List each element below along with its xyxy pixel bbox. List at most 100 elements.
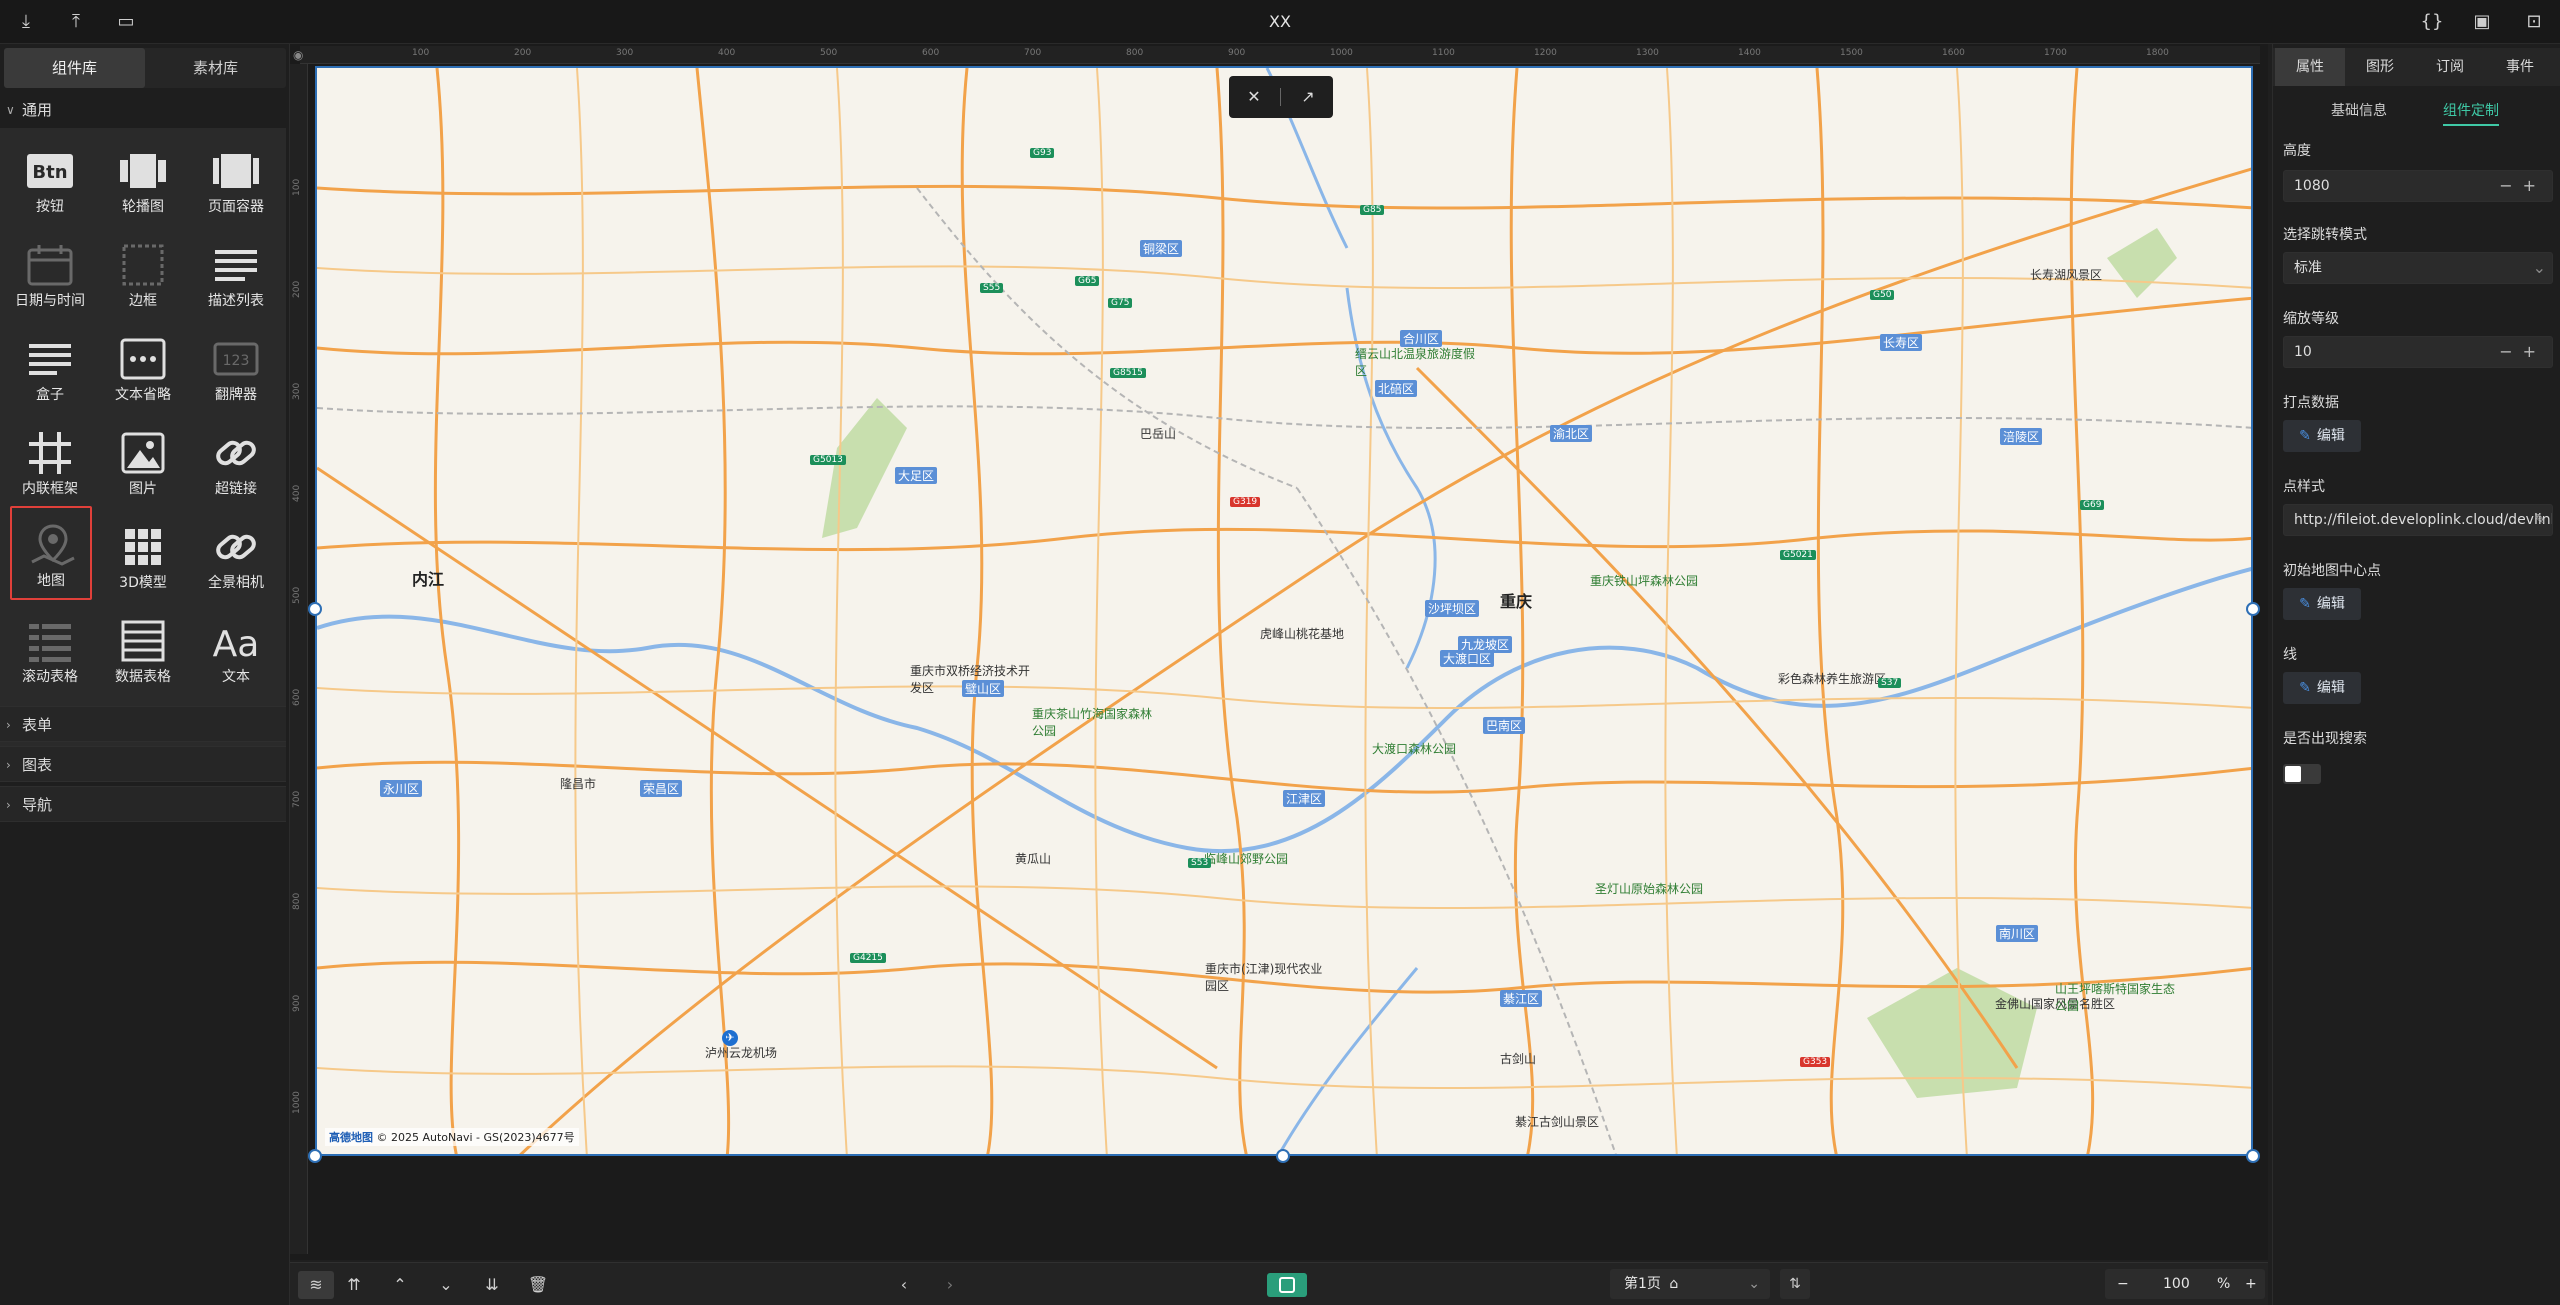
point-style-input[interactable]: http://fileiot.developlink.cloud/devlink…: [2283, 504, 2553, 536]
component-map[interactable]: 地图: [10, 506, 92, 600]
app-title: XX: [1269, 12, 1291, 31]
subtab-basic-info[interactable]: 基础信息: [2331, 96, 2387, 126]
map-place-label: 綦江古剑山景区: [1515, 1115, 1600, 1129]
height-input[interactable]: 1080 −+: [2283, 170, 2553, 202]
resize-handle-bottom-right[interactable]: [2246, 1149, 2260, 1163]
download-icon[interactable]: ⤓: [14, 10, 38, 34]
description-list-icon: [211, 242, 261, 288]
tab-component-library[interactable]: 组件库: [4, 48, 145, 88]
section-general[interactable]: ∨ 通用: [0, 92, 286, 128]
bring-to-front-icon[interactable]: ⇈: [340, 1271, 368, 1299]
resize-handle-bottom-left[interactable]: [308, 1149, 322, 1163]
ruler-left-mark: 500: [292, 586, 302, 604]
export-icon[interactable]: ⊡: [2522, 10, 2546, 34]
upload-icon[interactable]: ⤒: [64, 10, 88, 34]
map-place-label: 重庆市双桥经济技术开发区: [910, 664, 1031, 695]
svg-text:Btn: Btn: [32, 162, 67, 183]
jump-mode-select[interactable]: 标准 ⌄: [2283, 252, 2553, 284]
resize-handle-right[interactable]: [2246, 602, 2260, 616]
component-border[interactable]: 边框: [97, 228, 189, 320]
component-button[interactable]: Btn 按钮: [4, 134, 96, 226]
section-nav[interactable]: › 导航: [0, 786, 286, 822]
map-place-label: 隆昌市: [560, 777, 597, 791]
map-place-label: 虎峰山桃花基地: [1260, 627, 1345, 641]
trend-icon[interactable]: ↗: [1295, 84, 1321, 110]
carousel-icon: [118, 148, 168, 194]
component-panorama[interactable]: 全景相机: [190, 510, 282, 602]
component-box[interactable]: 盒子: [4, 322, 96, 414]
zoom-in-icon[interactable]: +: [2245, 1269, 2257, 1299]
component-scroll-table[interactable]: 滚动表格: [4, 604, 96, 696]
no-flash-icon[interactable]: ✕: [1241, 84, 1267, 110]
save-icon[interactable]: ▣: [2470, 10, 2494, 34]
ruler-top-mark: 1300: [1636, 48, 1659, 58]
panorama-link-icon: [211, 524, 261, 570]
component-label: 文本省略: [115, 387, 171, 403]
send-to-back-icon[interactable]: ⇊: [478, 1271, 506, 1299]
edit-line-button[interactable]: ✎ 编辑: [2283, 672, 2361, 704]
component-3d-model[interactable]: 3D模型: [97, 510, 189, 602]
tab-events[interactable]: 事件: [2485, 48, 2555, 86]
send-backward-icon[interactable]: ⌄: [432, 1271, 460, 1299]
map-place-label: 长寿湖风景区: [2030, 268, 2103, 282]
pencil-icon: ✎: [2299, 428, 2311, 444]
monitor-icon[interactable]: ▭: [114, 10, 138, 34]
section-chart[interactable]: › 图表: [0, 746, 286, 782]
tab-subscribe[interactable]: 订阅: [2415, 48, 2485, 86]
resize-handle-left[interactable]: [308, 602, 322, 616]
component-image[interactable]: 图片: [97, 416, 189, 508]
component-text-ellipsis[interactable]: 文本省略: [97, 322, 189, 414]
page-select[interactable]: 第1页 ⌂ ⌄: [1610, 1269, 1770, 1299]
component-datetime[interactable]: 日期与时间: [4, 228, 96, 320]
zoom-unit: %: [2217, 1276, 2231, 1292]
ruler-top-mark: 300: [616, 48, 634, 58]
resize-handle-bottom[interactable]: [1276, 1149, 1290, 1163]
component-label: 内联框架: [22, 481, 78, 497]
section-form[interactable]: › 表单: [0, 706, 286, 742]
ruler-left-mark: 600: [292, 688, 302, 706]
amap-logo: 高德地图: [329, 1131, 373, 1144]
tab-graphics[interactable]: 图形: [2345, 48, 2415, 86]
bring-forward-icon[interactable]: ⌃: [386, 1271, 414, 1299]
tab-properties[interactable]: 属性: [2275, 48, 2345, 86]
ruler-top-mark: 700: [1024, 48, 1042, 58]
show-search-toggle[interactable]: [2283, 764, 2321, 784]
property-tabs: 属性 图形 订阅 事件: [2273, 48, 2560, 86]
ruler-top-mark: 1400: [1738, 48, 1761, 58]
component-data-table[interactable]: 数据表格: [97, 604, 189, 696]
zoom-level-input[interactable]: 10 −+: [2283, 336, 2553, 368]
toggle-knob: [2285, 766, 2301, 782]
preview-icon: [1279, 1277, 1295, 1293]
subtab-component-custom[interactable]: 组件定制: [2443, 96, 2499, 126]
next-page-icon[interactable]: ›: [936, 1271, 964, 1299]
component-carousel[interactable]: 轮播图: [97, 134, 189, 226]
component-description-list[interactable]: 描述列表: [190, 228, 282, 320]
code-icon[interactable]: {}: [2420, 10, 2444, 34]
component-label: 日期与时间: [15, 293, 85, 309]
ruler-top-mark: 1700: [2044, 48, 2067, 58]
edit-center-button[interactable]: ✎ 编辑: [2283, 588, 2361, 620]
zoom-value[interactable]: 100: [2163, 1269, 2190, 1299]
component-page-container[interactable]: 页面容器: [190, 134, 282, 226]
pencil-icon[interactable]: ✎: [2534, 505, 2546, 535]
delete-icon[interactable]: 🗑: [524, 1271, 552, 1299]
ruler-top-mark: 200: [514, 48, 532, 58]
zoom-out-icon[interactable]: −: [2117, 1269, 2129, 1299]
edit-points-button[interactable]: ✎ 编辑: [2283, 420, 2361, 452]
component-hyperlink[interactable]: 超链接: [190, 416, 282, 508]
preview-button[interactable]: [1267, 1273, 1307, 1297]
component-flip-counter[interactable]: 123 翻牌器: [190, 322, 282, 414]
ruler-top-mark: 1800: [2146, 48, 2169, 58]
tab-asset-library[interactable]: 素材库: [145, 48, 286, 88]
component-text[interactable]: Aa 文本: [190, 604, 282, 696]
map-place-label: 涪陵区: [2000, 428, 2043, 445]
map-icon: [28, 522, 78, 568]
stepper-icon[interactable]: −+: [2499, 171, 2546, 201]
component-iframe[interactable]: 内联框架: [4, 416, 96, 508]
page-sort-button[interactable]: ⇅: [1780, 1269, 1810, 1299]
prev-page-icon[interactable]: ‹: [890, 1271, 918, 1299]
stepper-icon[interactable]: −+: [2499, 337, 2546, 367]
eye-icon[interactable]: ◉: [293, 48, 303, 62]
layers-icon[interactable]: ≋: [298, 1271, 334, 1299]
show-search-label: 是否出现搜索: [2283, 731, 2367, 747]
